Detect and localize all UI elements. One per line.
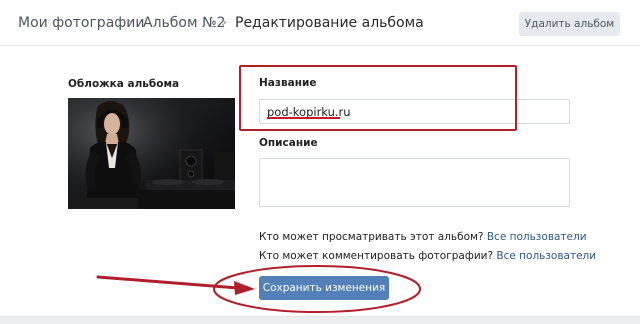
- annotation-underline: [267, 117, 340, 119]
- breadcrumb-album[interactable]: Альбом №2: [143, 14, 225, 32]
- comment-privacy-link[interactable]: Все пользователи: [496, 250, 596, 262]
- delete-album-button[interactable]: Удалить альбом: [519, 12, 620, 36]
- page-header: Мои фотографии › Альбом №2 › Редактирова…: [0, 0, 640, 46]
- chevron-right-icon: ›: [221, 13, 227, 31]
- view-privacy-question: Кто может просматривать этот альбом?: [259, 231, 484, 243]
- cover-label: Обложка альбома: [68, 78, 180, 90]
- comment-privacy-question: Кто может комментировать фотографии?: [259, 250, 494, 262]
- album-edit-card: Мои фотографии › Альбом №2 › Редактирова…: [0, 0, 640, 317]
- description-label: Описание: [259, 137, 318, 149]
- breadcrumb-my-photos[interactable]: Мои фотографии: [18, 14, 144, 32]
- comment-privacy-row: Кто может комментировать фотографии? Все…: [259, 250, 596, 262]
- chevron-right-icon: ›: [127, 13, 133, 31]
- name-label: Название: [259, 77, 317, 89]
- view-privacy-row: Кто может просматривать этот альбом? Все…: [259, 231, 587, 243]
- view-privacy-link[interactable]: Все пользователи: [487, 231, 587, 243]
- album-cover-image[interactable]: [68, 98, 235, 209]
- save-changes-button[interactable]: Сохранить изменения: [259, 276, 389, 300]
- album-name-input[interactable]: [259, 99, 570, 124]
- album-description-input[interactable]: [259, 158, 570, 207]
- page-title: Редактирование альбома: [235, 15, 424, 31]
- cover-photo-illustration: [68, 98, 235, 209]
